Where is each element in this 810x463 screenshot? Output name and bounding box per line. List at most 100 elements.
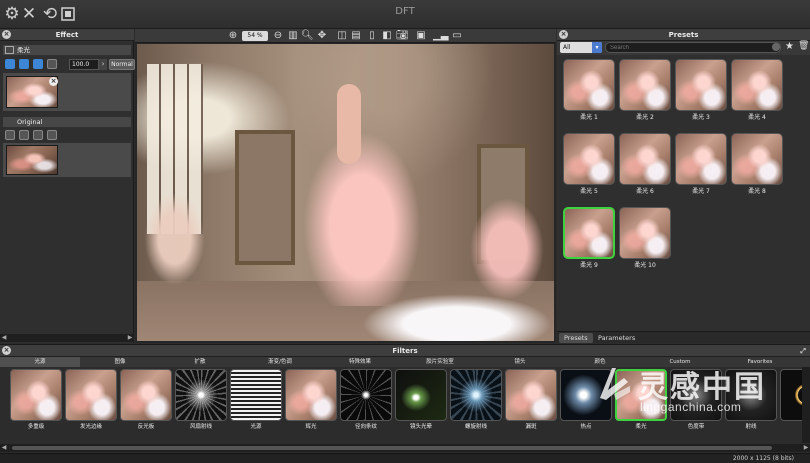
histogram-icon[interactable]: ▁▃: [433, 30, 448, 41]
preset-item[interactable]: 柔光 2: [619, 59, 671, 123]
tab-presets[interactable]: Presets: [559, 333, 593, 343]
blend-mode-button[interactable]: Normal: [109, 59, 135, 70]
image-size-status: 2000 x 1125 (8 bits): [732, 455, 794, 462]
filter-item[interactable]: 光源: [230, 369, 282, 431]
filter-item[interactable]: 螺旋射线: [450, 369, 502, 431]
close-icon[interactable]: ×: [2, 30, 11, 39]
scroll-right-arrow[interactable]: ▶: [126, 334, 134, 342]
filter-item[interactable]: 风扇射线: [175, 369, 227, 431]
canvas-toolbar: ⊕ 54 % ⊖ ▥ 🔍︎ ✥ ◫ ▤ ▯ ◧ 📷︎ ▣ ▁▃ ▭: [135, 29, 556, 43]
filter-item[interactable]: 漏斑: [505, 369, 557, 431]
remove-layer-icon[interactable]: ×: [49, 77, 58, 86]
preview-image[interactable]: [137, 44, 554, 341]
star-icon[interactable]: ★: [785, 41, 794, 52]
clear-search-icon[interactable]: [772, 43, 780, 51]
original-mask-icon[interactable]: [19, 130, 29, 140]
paint-icon[interactable]: [47, 59, 57, 69]
preset-thumbnail: [563, 133, 615, 185]
filter-label: 漏斑: [525, 424, 537, 430]
filter-item[interactable]: 镜头光晕: [395, 369, 447, 431]
snapshot-icon[interactable]: 📷︎: [396, 30, 409, 41]
lightning-icon[interactable]: [33, 59, 43, 69]
filter-category-tab[interactable]: 胶片实验室: [400, 357, 480, 367]
preset-thumbnail: [619, 207, 671, 259]
presets-search-row: All ▾ ★ 🗑︎: [557, 41, 810, 55]
original-thumbnail[interactable]: [6, 145, 58, 175]
preset-label: 柔光 5: [580, 188, 598, 195]
preset-item[interactable]: 柔光 8: [731, 133, 783, 197]
filter-category-tab[interactable]: 镜头: [480, 357, 560, 367]
scroll-left-arrow[interactable]: ◀: [0, 444, 8, 452]
filter-item[interactable]: 辉光: [285, 369, 337, 431]
scroll-left-arrow[interactable]: ◀: [0, 334, 8, 342]
preset-label: 柔光 3: [692, 114, 710, 121]
preset-item[interactable]: 柔光 5: [563, 133, 615, 197]
preset-item[interactable]: 柔光 7: [675, 133, 727, 197]
presets-panel: × Presets All ▾ ★ 🗑︎ 柔光 1 柔光 2 柔光 3 柔光 4 柔光 …: [557, 29, 810, 343]
preset-item[interactable]: 柔光 10: [619, 207, 671, 271]
filter-category-tab[interactable]: 图像: [80, 357, 160, 367]
original-visible-icon[interactable]: [5, 130, 15, 140]
effect-scrollbar[interactable]: ◀ ▶: [0, 334, 134, 342]
zoom-in-icon[interactable]: ⊕: [227, 30, 239, 41]
opacity-stepper[interactable]: ›: [99, 59, 107, 70]
status-bar: 2000 x 1125 (8 bits): [0, 453, 810, 463]
trash-icon[interactable]: 🗑︎: [798, 41, 809, 51]
photo-tutu: [362, 294, 552, 341]
original-lightning-icon[interactable]: [33, 130, 43, 140]
close-icon[interactable]: ×: [2, 346, 11, 355]
photo-pink-dancer: [467, 194, 547, 304]
original-section-header[interactable]: Original: [3, 117, 131, 127]
layer-section-header[interactable]: 柔光: [3, 45, 131, 55]
filter-item[interactable]: 多重级: [10, 369, 62, 431]
filter-category-tab[interactable]: 光源: [0, 357, 80, 367]
filter-item[interactable]: 径向条纹: [340, 369, 392, 431]
preset-thumbnail: [563, 59, 615, 111]
fit-view-icon[interactable]: ▥: [287, 30, 299, 41]
layer-mask-icon[interactable]: [19, 59, 29, 69]
filter-thumbnail: [285, 369, 337, 421]
preset-thumbnail: [619, 133, 671, 185]
photo-seated-figure: [142, 189, 207, 289]
preset-item[interactable]: 柔光 6: [619, 133, 671, 197]
pan-icon[interactable]: ✥: [316, 30, 328, 41]
layer-thumb-area: ×: [3, 73, 131, 111]
preset-item[interactable]: 柔光 1: [563, 59, 615, 123]
preset-thumbnail: [731, 133, 783, 185]
side-by-side-icon[interactable]: ▤: [350, 30, 362, 41]
filter-item[interactable]: 发光边缘: [65, 369, 117, 431]
filter-category-tab[interactable]: 渐变/色调: [240, 357, 320, 367]
filter-thumbnail: [10, 369, 62, 421]
magnifier-icon[interactable]: 🔍︎: [301, 30, 314, 41]
crop-icon[interactable]: ▣: [415, 30, 427, 41]
scroll-thumb[interactable]: [12, 446, 772, 450]
split-view-icon[interactable]: ◫: [336, 30, 348, 41]
preset-search-input[interactable]: [605, 42, 781, 53]
filter-item[interactable]: 反光板: [120, 369, 172, 431]
category-select[interactable]: All ▾: [560, 42, 602, 53]
scroll-right-arrow[interactable]: ▶: [802, 444, 810, 452]
filter-thumbnail: [65, 369, 117, 421]
preset-label: 柔光 10: [634, 262, 656, 269]
close-icon[interactable]: ×: [559, 30, 568, 39]
opacity-field[interactable]: 100.0: [69, 59, 99, 70]
original-paint-icon[interactable]: [47, 130, 57, 140]
filter-category-tab[interactable]: 扩散: [160, 357, 240, 367]
preset-item[interactable]: 柔光 9: [563, 207, 615, 271]
compare-icon[interactable]: ◧: [381, 30, 393, 41]
filter-category-tab[interactable]: 特殊效果: [320, 357, 400, 367]
preset-label: 柔光 1: [580, 114, 598, 121]
expand-icon[interactable]: ⤢: [800, 345, 806, 357]
single-view-icon[interactable]: ▯: [366, 30, 378, 41]
zoom-out-icon[interactable]: ⊖: [272, 30, 284, 41]
layer-visible-icon[interactable]: [5, 59, 15, 69]
photo-dancer: [287, 106, 437, 306]
display-icon[interactable]: ▭: [451, 30, 463, 41]
zoom-field[interactable]: 54 %: [242, 31, 268, 41]
preset-item[interactable]: 柔光 3: [675, 59, 727, 123]
filters-scrollbar[interactable]: ◀ ▶: [0, 444, 810, 452]
preset-item[interactable]: 柔光 4: [731, 59, 783, 123]
tab-parameters[interactable]: Parameters: [593, 333, 640, 343]
filters-vertical-scrollbar[interactable]: [802, 367, 810, 443]
filter-thumbnail: [450, 369, 502, 421]
